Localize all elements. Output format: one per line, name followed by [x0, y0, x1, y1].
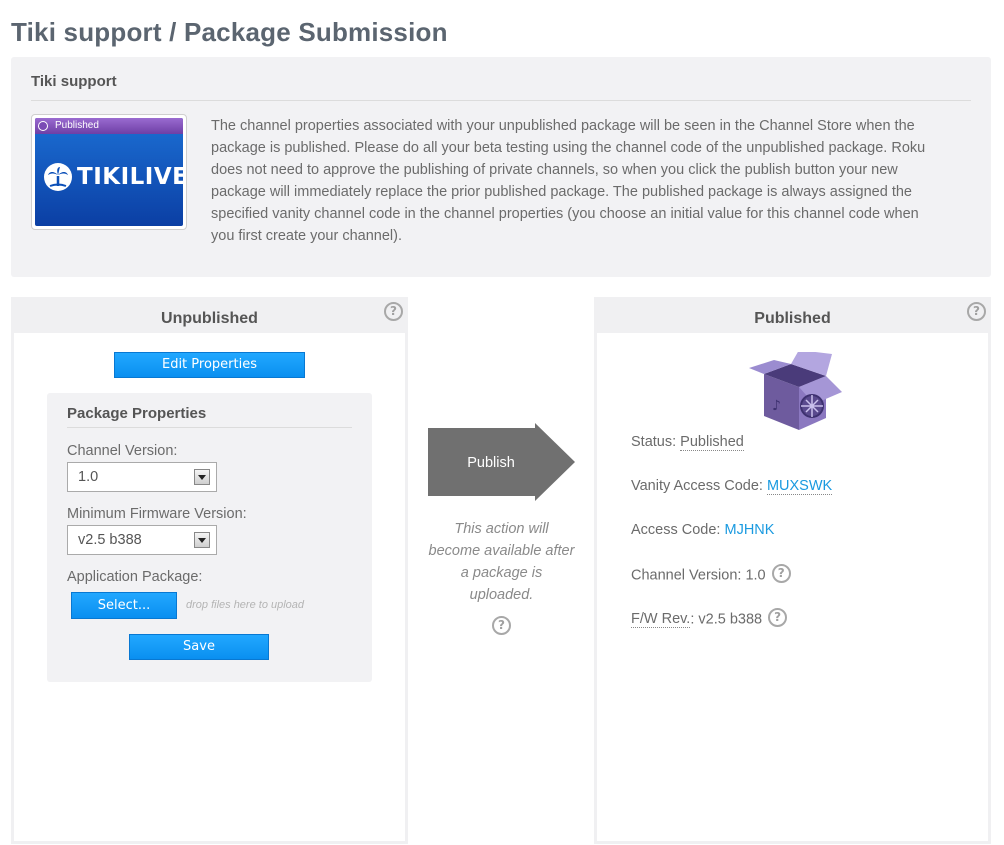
save-button[interactable]: Save	[129, 634, 269, 660]
unpublished-title: Unpublished	[161, 310, 258, 327]
min-firmware-select[interactable]: v2.5 b388	[67, 525, 217, 555]
vanity-code-row: Vanity Access Code: MUXSWK	[631, 478, 833, 495]
access-code-link[interactable]: MJHNK	[725, 522, 775, 538]
unpublished-header: Unpublished ?	[14, 300, 405, 333]
channel-version-value: 1.0	[745, 567, 766, 584]
vanity-code-link[interactable]: MUXSWK	[766, 478, 833, 495]
select-file-button[interactable]: Select...	[71, 592, 177, 619]
thumbnail-status-bar: Published	[35, 118, 183, 134]
min-firmware-label: Minimum Firmware Version:	[67, 506, 247, 522]
tikilive-logo: TIKILIVE	[43, 162, 183, 192]
divider	[31, 100, 971, 101]
vanity-code-label: Vanity Access Code:	[631, 478, 763, 494]
channel-version-label: Channel Version:	[67, 443, 178, 459]
channel-info-panel: Tiki support Published TIKILIVE The chan…	[11, 57, 991, 277]
help-icon[interactable]: ?	[768, 608, 788, 627]
edit-properties-button[interactable]: Edit Properties	[114, 352, 305, 378]
channel-name-heading: Tiki support	[31, 73, 117, 90]
help-icon[interactable]: ?	[771, 564, 791, 583]
status-label: Status:	[631, 434, 677, 450]
channel-version-select[interactable]: 1.0	[67, 462, 217, 492]
publish-action-note: This action will become available after …	[428, 521, 575, 603]
min-firmware-value: v2.5 b388	[78, 532, 142, 548]
logo-text: TIKILIVE	[77, 164, 183, 190]
drop-zone-hint[interactable]: drop files here to upload	[186, 599, 304, 611]
app-package-label: Application Package:	[67, 569, 203, 585]
status-row: Status: Published	[631, 434, 744, 451]
package-properties-box: Package Properties Channel Version: 1.0 …	[47, 393, 372, 682]
channel-version-row: Channel Version: 1.0 ?	[631, 564, 791, 585]
access-code-row: Access Code: MJHNK	[631, 522, 774, 538]
channel-description: The channel properties associated with y…	[211, 118, 926, 244]
chevron-down-icon[interactable]	[194, 469, 210, 485]
firmware-label: F/W Rev.	[631, 611, 691, 629]
svg-text:♪: ♪	[772, 398, 781, 414]
channel-version-label: Channel Version:	[631, 567, 742, 584]
status-dot-icon	[38, 121, 48, 131]
channel-version-value: 1.0	[78, 469, 99, 485]
package-box-icon: ♪	[749, 352, 842, 430]
firmware-value: : v2.5 b388	[690, 611, 763, 628]
publish-button-label[interactable]: Publish	[428, 455, 554, 471]
access-code-label: Access Code:	[631, 522, 721, 538]
chevron-down-icon[interactable]	[194, 532, 210, 548]
help-icon[interactable]: ?	[967, 302, 986, 321]
firmware-row: F/W Rev.: v2.5 b388 ?	[631, 608, 788, 629]
published-title: Published	[754, 310, 831, 327]
thumbnail-status-label: Published	[55, 120, 99, 131]
channel-thumbnail: Published TIKILIVE	[31, 114, 187, 230]
help-icon[interactable]: ?	[384, 302, 403, 321]
divider	[67, 427, 352, 428]
palm-tree-icon	[44, 163, 72, 191]
published-header: Published ?	[597, 300, 988, 333]
help-icon[interactable]: ?	[492, 616, 511, 635]
page-title: Tiki support / Package Submission	[11, 17, 448, 47]
package-properties-title: Package Properties	[67, 405, 207, 422]
status-value: Published	[680, 434, 744, 451]
unpublished-panel: Unpublished ? Edit Properties Package Pr…	[11, 297, 408, 844]
published-panel: Published ? ♪ Status: Published Vanity A…	[594, 297, 991, 844]
